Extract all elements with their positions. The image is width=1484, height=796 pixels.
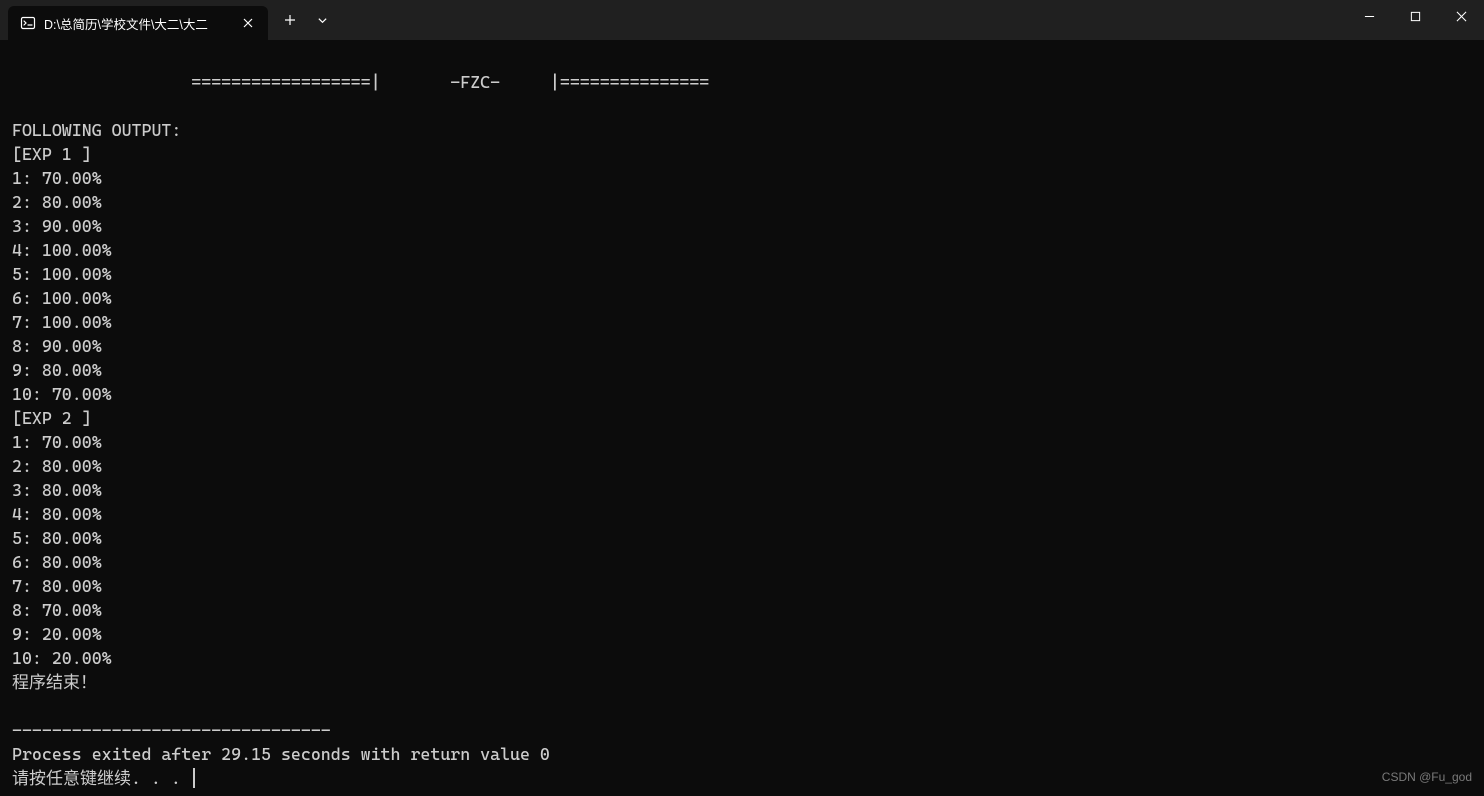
minimize-button[interactable] [1346, 0, 1392, 32]
maximize-button[interactable] [1392, 0, 1438, 32]
exp1-line: 4: 100.00% [12, 240, 112, 260]
titlebar: D:\总简历\学校文件\大二\大二 [0, 0, 1484, 40]
exp2-header: [EXP 2 ] [12, 408, 92, 428]
tab-dropdown-button[interactable] [306, 4, 338, 36]
exp2-line: 3: 80.00% [12, 480, 102, 500]
exp1-line: 6: 100.00% [12, 288, 112, 308]
exp2-line: 8: 70.00% [12, 600, 102, 620]
active-tab[interactable]: D:\总简历\学校文件\大二\大二 [8, 6, 268, 40]
exp2-line: 10: 20.00% [12, 648, 112, 668]
exp1-line: 5: 100.00% [12, 264, 112, 284]
exp2-line: 5: 80.00% [12, 528, 102, 548]
exp1-line: 10: 70.00% [12, 384, 112, 404]
program-end-line: 程序结束！ [12, 672, 97, 692]
exp1-line: 3: 90.00% [12, 216, 102, 236]
new-tab-button[interactable] [274, 4, 306, 36]
tab-close-button[interactable] [240, 15, 256, 31]
following-output-label: FOLLOWING OUTPUT: [12, 120, 181, 140]
exp1-line: 7: 100.00% [12, 312, 112, 332]
exp1-header: [EXP 1 ] [12, 144, 92, 164]
tab-title: D:\总简历\学校文件\大二\大二 [44, 14, 232, 33]
exp2-line: 6: 80.00% [12, 552, 102, 572]
close-button[interactable] [1438, 0, 1484, 32]
text-cursor [193, 768, 195, 788]
watermark: CSDN @Fu_god [1382, 770, 1472, 784]
console-icon [20, 15, 36, 31]
exp2-line: 9: 20.00% [12, 624, 102, 644]
separator-line: -------------------------------- [12, 720, 331, 740]
process-exit-line: Process exited after 29.15 seconds with … [12, 744, 550, 764]
exp1-line: 1: 70.00% [12, 168, 102, 188]
exp2-line: 1: 70.00% [12, 432, 102, 452]
exp1-line: 8: 90.00% [12, 336, 102, 356]
exp2-line: 4: 80.00% [12, 504, 102, 524]
exp1-line: 9: 80.00% [12, 360, 102, 380]
exp2-line: 7: 80.00% [12, 576, 102, 596]
banner-line: ==================| -FZC- |=============… [12, 72, 709, 92]
exp2-line: 2: 80.00% [12, 456, 102, 476]
exp1-line: 2: 80.00% [12, 192, 102, 212]
press-key-prompt: 请按任意键继续. . . [12, 768, 191, 788]
window-controls [1346, 0, 1484, 40]
terminal-output[interactable]: ==================| -FZC- |=============… [0, 40, 1484, 796]
